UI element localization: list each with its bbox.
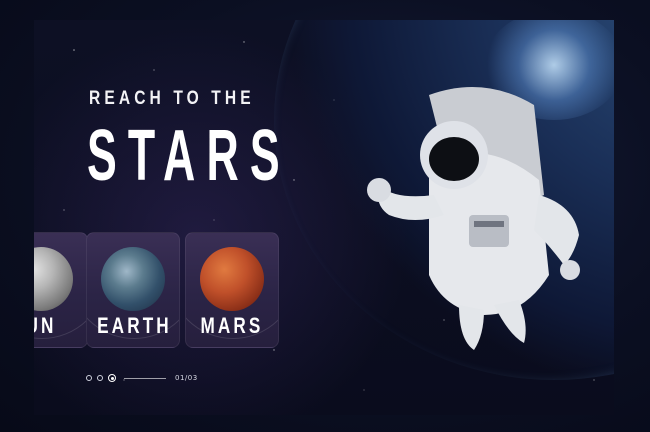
pagination-progress-line <box>124 377 166 379</box>
planet-card-label: EARTH <box>97 313 172 338</box>
pagination-dot[interactable] <box>97 375 103 381</box>
planet-card-label: UN <box>34 313 57 338</box>
astronaut-image <box>367 87 580 350</box>
planet-card-moon[interactable]: UN <box>34 232 88 348</box>
mars-icon <box>200 247 264 311</box>
earth-icon <box>101 247 165 311</box>
planet-card-label: MARS <box>200 313 264 338</box>
hero-headline: STARS <box>87 116 291 196</box>
hero-banner: REACH TO THE STARS UN EARTH MARS 01/03 <box>34 20 614 415</box>
carousel-pagination: 01/03 <box>86 372 198 384</box>
pagination-counter: 01/03 <box>175 374 198 382</box>
pagination-dot[interactable] <box>86 375 92 381</box>
pagination-dot-active[interactable] <box>108 374 116 382</box>
planet-card-earth[interactable]: EARTH <box>86 232 180 348</box>
planet-card-mars[interactable]: MARS <box>185 232 279 348</box>
hero-tagline: REACH TO THE <box>89 88 255 109</box>
